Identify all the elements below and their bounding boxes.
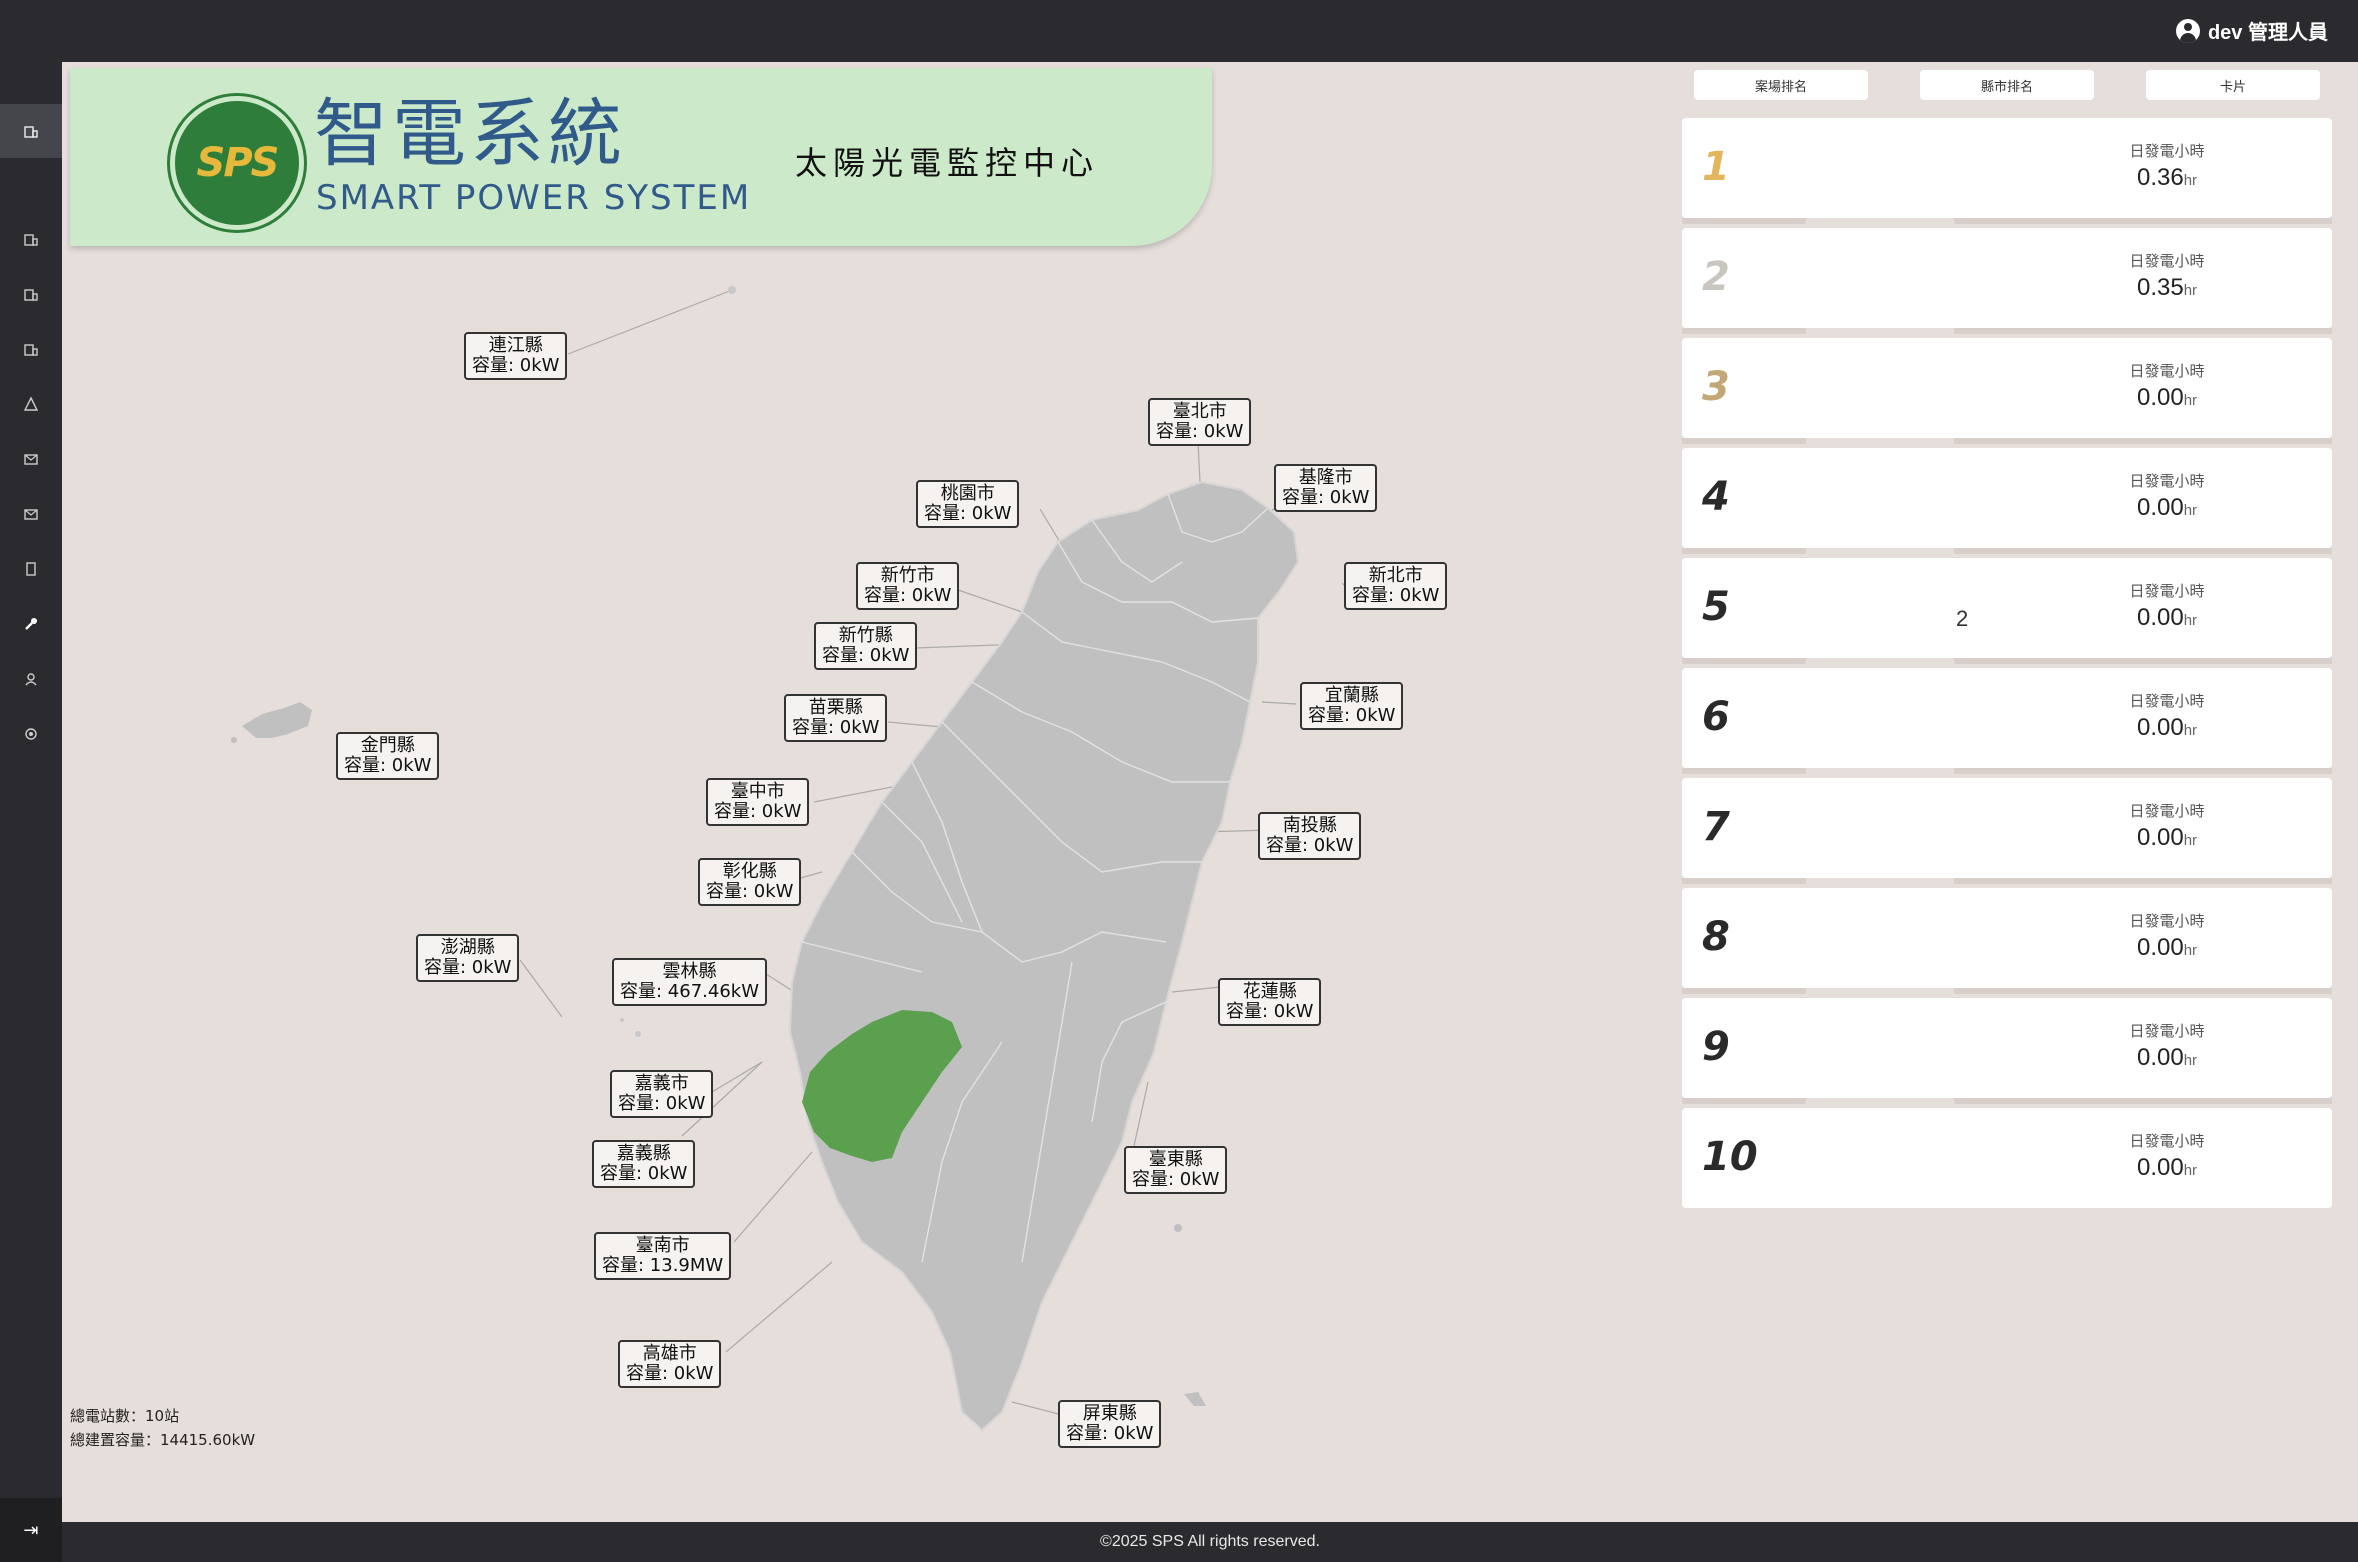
rank-metric-label: 日發電小時 xyxy=(2129,363,2205,380)
building-icon[interactable] xyxy=(0,104,62,158)
tab-cards[interactable]: 卡片 xyxy=(2146,70,2320,100)
rank-metric-label: 日發電小時 xyxy=(2129,143,2205,160)
county-label-taitung[interactable]: 臺東縣 容量: 0kW xyxy=(1124,1146,1228,1194)
mail-icon[interactable] xyxy=(12,440,50,478)
county-label-chiayi-county[interactable]: 嘉義縣 容量: 0kW xyxy=(592,1140,696,1188)
ranking-card[interactable]: 6 日發電小時 0.00hr xyxy=(1682,668,2332,774)
county-label-hsinchu-county[interactable]: 新竹縣 容量: 0kW xyxy=(814,622,918,670)
brand-english: SMART POWER SYSTEM xyxy=(316,178,752,218)
total-stations: 總電站數：10站 xyxy=(70,1407,180,1425)
county-label-yilan[interactable]: 宜蘭縣 容量: 0kW xyxy=(1300,682,1404,730)
footer: ©2025 SPS All rights reserved. xyxy=(62,1522,2358,1562)
county-label-yunlin[interactable]: 雲林縣 容量: 467.46kW xyxy=(612,958,767,1006)
ranking-card[interactable]: 2 日發電小時 0.35hr xyxy=(1682,228,2332,334)
rank-metric-label: 日發電小時 xyxy=(2129,693,2205,710)
building-icon[interactable] xyxy=(12,275,50,313)
ranking-card[interactable]: 4 日發電小時 0.00hr xyxy=(1682,448,2332,554)
wrench-icon[interactable] xyxy=(12,605,50,643)
county-label-tainan[interactable]: 臺南市 容量: 13.9MW xyxy=(594,1232,732,1280)
rank-metric-label: 日發電小時 xyxy=(2129,473,2205,490)
rank-metric-label: 日發電小時 xyxy=(2129,803,2205,820)
rank-metric-value: 0.00hr xyxy=(2136,384,2198,411)
settings-icon[interactable] xyxy=(12,715,50,753)
county-label-taoyuan[interactable]: 桃園市 容量: 0kW xyxy=(916,480,1020,528)
county-label-penghu[interactable]: 澎湖縣 容量: 0kW xyxy=(416,934,520,982)
sidebar xyxy=(0,62,62,1562)
brand-chinese: 智電系統 xyxy=(314,91,626,177)
rank-number: 7 xyxy=(1702,804,1730,850)
map-dashboard: SPS 智電系統 SMART POWER SYSTEM 太陽光電監控中心 案場排… xyxy=(62,62,2358,1522)
rank-metric-label: 日發電小時 xyxy=(2129,913,2205,930)
rank-metric-value: 0.00hr xyxy=(2136,1044,2198,1071)
rank-metric-value: 0.00hr xyxy=(2136,494,2198,521)
county-label-pingtung[interactable]: 屏東縣 容量: 0kW xyxy=(1058,1400,1162,1448)
rank-metric-value: 0.35hr xyxy=(2136,274,2198,301)
ranking-card[interactable]: 9 日發電小時 0.00hr xyxy=(1682,998,2332,1104)
county-label-chiayi-city[interactable]: 嘉義市 容量: 0kW xyxy=(610,1070,714,1118)
copyright-text: ©2025 SPS All rights reserved. xyxy=(1100,1533,1320,1550)
top-bar: dev 管理人員 xyxy=(0,0,2358,62)
county-label-hsinchu-city[interactable]: 新竹市 容量: 0kW xyxy=(856,562,960,610)
logo-text: SPS xyxy=(196,140,280,186)
mail-icon[interactable] xyxy=(12,495,50,533)
building-icon[interactable] xyxy=(12,330,50,368)
rank-number: 3 xyxy=(1702,364,1730,410)
county-label-hualien[interactable]: 花蓮縣 容量: 0kW xyxy=(1218,978,1322,1026)
rank-metric-value: 0.00hr xyxy=(2136,1154,2198,1181)
ranking-card[interactable]: 1 日發電小時 0.36hr xyxy=(1682,118,2332,224)
rank-metric-label: 日發電小時 xyxy=(2129,253,2205,270)
county-label-miaoli[interactable]: 苗栗縣 容量: 0kW xyxy=(784,694,888,742)
rank-metric-value: 0.00hr xyxy=(2136,714,2198,741)
rank-number: 9 xyxy=(1702,1024,1730,1070)
ranking-card[interactable]: 8 日發電小時 0.00hr xyxy=(1682,888,2332,994)
rank-number: 4 xyxy=(1702,474,1730,520)
rank-metric-value: 0.00hr xyxy=(2136,934,2198,961)
summary-stats: 總電站數：10站 總建置容量：14415.60kW xyxy=(70,1404,255,1452)
user-icon[interactable] xyxy=(12,660,50,698)
county-label-lienchiang[interactable]: 連江縣 容量: 0kW xyxy=(464,332,568,380)
warning-icon[interactable] xyxy=(12,385,50,423)
ranking-card[interactable]: 5 2 日發電小時 0.00hr xyxy=(1682,558,2332,664)
tab-county-ranking[interactable]: 縣市排名 xyxy=(1920,70,2094,100)
rank-number: 1 xyxy=(1702,144,1730,190)
document-icon[interactable] xyxy=(12,550,50,588)
rank-number: 8 xyxy=(1702,914,1730,960)
rank-metric-label: 日發電小時 xyxy=(2129,1023,2205,1040)
sps-logo: SPS xyxy=(170,96,304,230)
county-label-changhua[interactable]: 彰化縣 容量: 0kW xyxy=(698,858,802,906)
county-label-taipei[interactable]: 臺北市 容量: 0kW xyxy=(1148,398,1252,446)
rank-site-name: 2 xyxy=(1956,606,1969,631)
rank-number: 10 xyxy=(1702,1134,1758,1180)
county-label-keelung[interactable]: 基隆市 容量: 0kW xyxy=(1274,464,1378,512)
ranking-card[interactable]: 3 日發電小時 0.00hr xyxy=(1682,338,2332,444)
sidebar-collapse-icon[interactable]: ⇥ xyxy=(0,1498,62,1562)
header-banner: SPS 智電系統 SMART POWER SYSTEM 太陽光電監控中心 xyxy=(70,68,1212,246)
county-label-newtaipei[interactable]: 新北市 容量: 0kW xyxy=(1344,562,1448,610)
rank-number: 2 xyxy=(1702,254,1730,300)
county-label-kaohsiung[interactable]: 高雄市 容量: 0kW xyxy=(618,1340,722,1388)
total-capacity: 總建置容量：14415.60kW xyxy=(70,1431,256,1449)
rank-metric-label: 日發電小時 xyxy=(2129,583,2205,600)
county-label-kinmen[interactable]: 金門縣 容量: 0kW xyxy=(336,732,440,780)
building-icon[interactable] xyxy=(12,220,50,258)
rank-metric-value: 0.00hr xyxy=(2136,824,2198,851)
rank-metric-value: 0.36hr xyxy=(2136,164,2198,191)
rank-metric-value: 0.00hr xyxy=(2136,604,2198,631)
user-menu[interactable]: dev 管理人員 xyxy=(2175,16,2328,45)
tab-site-ranking[interactable]: 案場排名 xyxy=(1694,70,1868,100)
ranking-card[interactable]: 10 日發電小時 0.00hr xyxy=(1682,1108,2332,1208)
rank-number: 5 xyxy=(1702,584,1730,630)
county-label-taichung[interactable]: 臺中市 容量: 0kW xyxy=(706,778,810,826)
page-title: 太陽光電監控中心 xyxy=(795,144,1100,182)
ranking-card[interactable]: 7 日發電小時 0.00hr xyxy=(1682,778,2332,884)
user-account-icon xyxy=(2175,18,2200,43)
rank-metric-label: 日發電小時 xyxy=(2129,1133,2205,1150)
user-label: dev 管理人員 xyxy=(2207,22,2328,44)
county-label-nantou[interactable]: 南投縣 容量: 0kW xyxy=(1258,812,1362,860)
rank-number: 6 xyxy=(1702,694,1730,740)
